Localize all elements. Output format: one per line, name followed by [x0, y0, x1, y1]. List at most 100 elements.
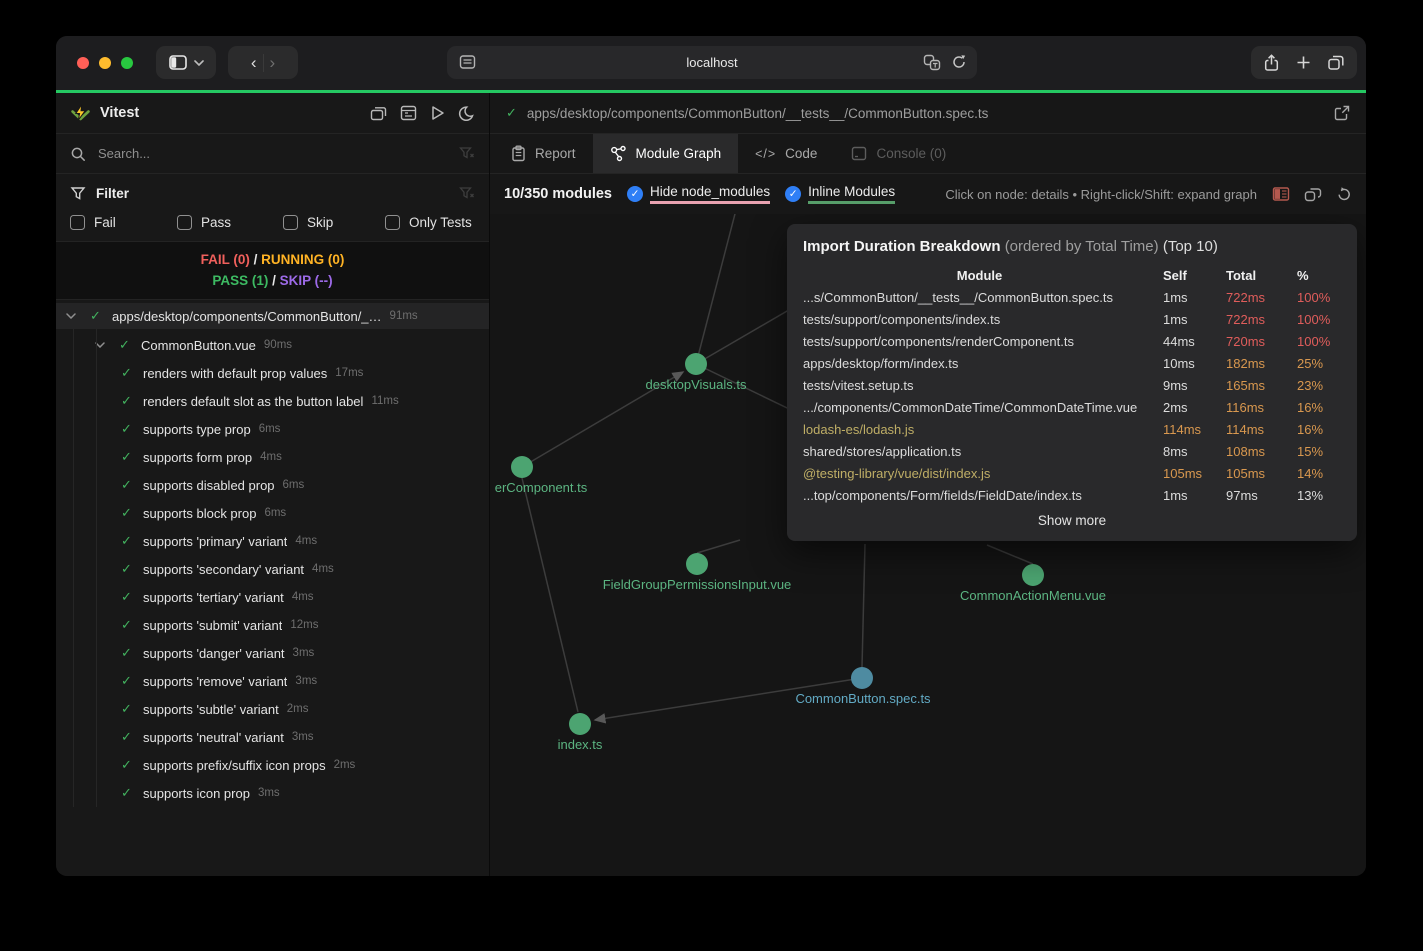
test-name: apps/desktop/components/CommonButton/_…	[112, 309, 382, 324]
windows-stack-icon[interactable]	[370, 106, 387, 121]
test-tree-row[interactable]: ✓supports 'subtle' variant2ms	[56, 695, 489, 723]
filter-options: FailPass Skip Only Tests	[56, 207, 489, 241]
tab-report[interactable]: Report	[494, 134, 593, 173]
graph-node-label[interactable]: CommonButton.spec.ts	[795, 691, 930, 706]
new-tab-icon[interactable]	[1296, 55, 1311, 70]
filter-option-only-tests[interactable]: Only Tests	[385, 215, 472, 230]
test-tree-row[interactable]: ✓supports 'submit' variant12ms	[56, 611, 489, 639]
run-all-icon[interactable]	[430, 105, 445, 121]
column-header: Self	[1163, 268, 1219, 283]
percent: 13%	[1297, 488, 1341, 503]
close-window-button[interactable]	[77, 57, 89, 69]
test-tree-row[interactable]: ✓supports form prop4ms	[56, 443, 489, 471]
pass-count: PASS (1)	[212, 273, 268, 288]
back-button[interactable]: ‹	[251, 54, 257, 71]
test-tree-row[interactable]: ✓supports 'remove' variant3ms	[56, 667, 489, 695]
test-name: renders default slot as the button label	[143, 394, 363, 409]
browser-actions	[1251, 46, 1357, 79]
self-time: 114ms	[1163, 422, 1219, 437]
graph-option-inline-modules[interactable]: ✓Inline Modules	[785, 184, 895, 204]
file-path: apps/desktop/components/CommonButton/__t…	[527, 106, 989, 121]
graph-node[interactable]	[569, 713, 591, 735]
search-input[interactable]	[96, 145, 449, 162]
test-tree-row[interactable]: ✓apps/desktop/components/CommonButton/_……	[56, 303, 489, 329]
checkbox[interactable]	[283, 215, 298, 230]
graph-node[interactable]	[685, 353, 707, 375]
graph-node-label[interactable]: index.ts	[558, 737, 603, 752]
test-duration: 6ms	[283, 479, 305, 491]
legend-book-icon[interactable]	[1272, 186, 1290, 202]
minimize-window-button[interactable]	[99, 57, 111, 69]
test-tree-row[interactable]: ✓supports prefix/suffix icon props2ms	[56, 751, 489, 779]
dark-mode-icon[interactable]	[458, 105, 475, 122]
app-title: Vitest	[100, 105, 139, 121]
reader-icon[interactable]	[459, 54, 476, 70]
browser-sidebar-toggle[interactable]	[156, 46, 216, 79]
view-tabs: Report Module Graph </>CodeConsole (0)	[490, 134, 1366, 174]
graph-option-hide-node_modules[interactable]: ✓Hide node_modules	[627, 184, 770, 204]
graph-node[interactable]	[511, 456, 533, 478]
checkbox[interactable]	[385, 215, 400, 230]
graph-node-label[interactable]: CommonActionMenu.vue	[960, 588, 1106, 603]
tab-console-0-[interactable]: Console (0)	[834, 134, 963, 173]
graph-node[interactable]	[851, 667, 873, 689]
translate-icon[interactable]	[923, 54, 941, 71]
tab-overview-icon[interactable]	[1327, 54, 1345, 71]
filter-option-label: Skip	[307, 215, 333, 230]
test-tree-row[interactable]: ✓supports type prop6ms	[56, 415, 489, 443]
reset-graph-icon[interactable]	[1336, 186, 1352, 202]
graph-node-label[interactable]: erComponent.ts	[495, 480, 588, 495]
address-bar[interactable]: localhost	[447, 46, 977, 79]
clear-filter-icon[interactable]	[459, 186, 475, 201]
graph-node-label[interactable]: desktopVisuals.ts	[646, 377, 747, 392]
reload-icon[interactable]	[951, 54, 967, 70]
chevron-down-icon[interactable]	[66, 313, 90, 319]
self-time: 44ms	[1163, 334, 1219, 349]
checkbox-checked[interactable]: ✓	[785, 186, 801, 202]
traffic-lights	[77, 57, 133, 69]
test-name: supports 'neutral' variant	[143, 730, 284, 745]
self-time: 1ms	[1163, 488, 1219, 503]
pass-check-icon: ✓	[121, 673, 143, 689]
checkbox[interactable]	[70, 215, 85, 230]
graph-node[interactable]	[686, 553, 708, 575]
test-tree-row[interactable]: ✓supports disabled prop6ms	[56, 471, 489, 499]
clear-search-icon[interactable]	[459, 146, 475, 161]
test-tree-row[interactable]: ✓CommonButton.vue90ms	[56, 331, 489, 359]
share-icon[interactable]	[1263, 54, 1280, 72]
graph-node[interactable]	[1022, 564, 1044, 586]
filter-option-pass[interactable]: Pass	[177, 215, 283, 230]
test-tree-row[interactable]: ✓supports 'danger' variant3ms	[56, 639, 489, 667]
forward-button[interactable]: ›	[270, 54, 276, 71]
test-duration: 4ms	[312, 563, 334, 575]
filter-option-skip[interactable]: Skip	[283, 215, 385, 230]
test-tree-row[interactable]: ✓renders with default prop values17ms	[56, 359, 489, 387]
graph-node-label[interactable]: FieldGroupPermissionsInput.vue	[603, 577, 792, 592]
checkbox-checked[interactable]: ✓	[627, 186, 643, 202]
test-tree-row[interactable]: ✓supports 'primary' variant4ms	[56, 527, 489, 555]
search-icon	[70, 146, 86, 162]
self-time: 1ms	[1163, 290, 1219, 305]
show-more-button[interactable]: Show more	[803, 506, 1341, 533]
test-tree-row[interactable]: ✓supports 'secondary' variant4ms	[56, 555, 489, 583]
tab-module-graph[interactable]: Module Graph	[593, 134, 739, 173]
tab-code[interactable]: </>Code	[738, 134, 834, 173]
total-time: 165ms	[1226, 378, 1290, 393]
test-name: supports 'tertiary' variant	[143, 590, 284, 605]
test-duration: 2ms	[334, 759, 356, 771]
test-duration: 3ms	[293, 647, 315, 659]
url-text: localhost	[686, 55, 737, 70]
test-tree-row[interactable]: ✓supports icon prop3ms	[56, 779, 489, 807]
test-tree-row[interactable]: ✓supports 'neutral' variant3ms	[56, 723, 489, 751]
test-tree-row[interactable]: ✓renders default slot as the button labe…	[56, 387, 489, 415]
filter-option-fail[interactable]: Fail	[70, 215, 177, 230]
chevron-down-icon[interactable]	[95, 342, 119, 348]
link-modules-icon[interactable]	[1304, 187, 1322, 202]
test-tree-row[interactable]: ✓supports block prop6ms	[56, 499, 489, 527]
test-tree-row[interactable]: ✓supports 'tertiary' variant4ms	[56, 583, 489, 611]
checkbox[interactable]	[177, 215, 192, 230]
zoom-window-button[interactable]	[121, 57, 133, 69]
tab-label: Module Graph	[636, 146, 722, 161]
dashboard-icon[interactable]	[400, 105, 417, 121]
external-link-icon[interactable]	[1334, 105, 1350, 121]
